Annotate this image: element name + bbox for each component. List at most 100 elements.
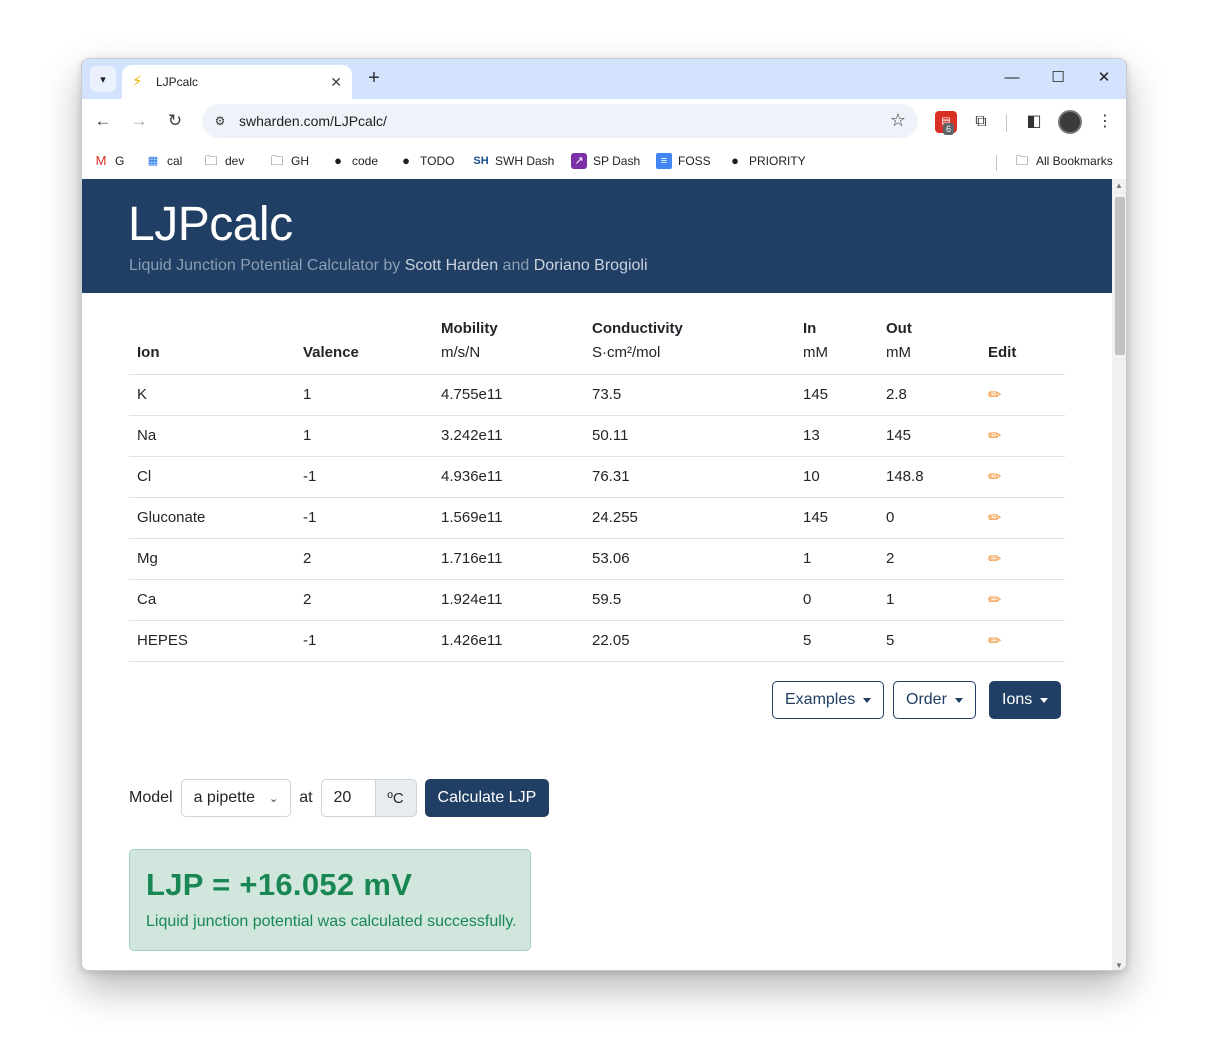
extension-badge: 6 bbox=[943, 123, 955, 135]
cell-in: 0 bbox=[795, 579, 878, 621]
bookmark-item[interactable]: ● code bbox=[330, 153, 378, 169]
scroll-up-icon[interactable]: ▲ bbox=[1115, 181, 1123, 190]
github-icon: ● bbox=[334, 153, 342, 168]
cell-mobility: 3.242e11 bbox=[433, 415, 584, 457]
toolbar-divider bbox=[1006, 114, 1007, 132]
calculate-ljp-button[interactable]: Calculate LJP bbox=[424, 779, 550, 817]
close-window-button[interactable]: ✕ bbox=[1081, 67, 1126, 91]
profile-avatar[interactable] bbox=[1058, 110, 1082, 134]
bookmarks-bar: M G ▦ cal 🗀 dev 🗀 GH ● code ● TODO SH SW… bbox=[82, 145, 1126, 179]
model-select[interactable]: a pipette ⌄ bbox=[180, 779, 292, 817]
column-header: Ion bbox=[129, 315, 295, 375]
forward-button[interactable]: → bbox=[127, 110, 151, 134]
gmail-icon: M bbox=[95, 153, 107, 168]
cell-conductivity: 24.255 bbox=[584, 497, 795, 539]
author-link[interactable]: Doriano Brogioli bbox=[534, 257, 648, 274]
model-label: Model bbox=[129, 789, 173, 806]
ions-dropdown-button[interactable]: Ions bbox=[989, 681, 1062, 719]
swh-icon: SH bbox=[473, 155, 489, 167]
cell-conductivity: 22.05 bbox=[584, 620, 795, 662]
bookmark-item[interactable]: 🗀 dev bbox=[203, 153, 244, 169]
table-row: Na 1 3.242e11 50.11 13 145 ✏ bbox=[129, 415, 1065, 457]
reload-button[interactable]: ↻ bbox=[163, 110, 187, 134]
site-info-icon[interactable]: ⚙ bbox=[210, 111, 230, 131]
close-tab-icon[interactable]: ✕ bbox=[330, 74, 342, 91]
github-icon: ● bbox=[402, 153, 410, 168]
cell-valence: 2 bbox=[295, 538, 433, 580]
cell-in: 10 bbox=[795, 456, 878, 498]
cell-in: 5 bbox=[795, 620, 878, 662]
back-button[interactable]: ← bbox=[91, 110, 115, 134]
cell-mobility: 1.924e11 bbox=[433, 579, 584, 621]
caret-down-icon bbox=[1040, 697, 1049, 703]
bookmark-item[interactable]: ≡ FOSS bbox=[656, 153, 711, 169]
pencil-icon[interactable]: ✏ bbox=[988, 551, 1001, 568]
table-row: K 1 4.755e11 73.5 145 2.8 ✏ bbox=[129, 374, 1065, 416]
cell-edit: ✏ bbox=[980, 497, 1065, 539]
bookmark-item[interactable]: ↗ SP Dash bbox=[571, 153, 640, 169]
new-tab-button[interactable]: + bbox=[362, 67, 386, 91]
github-icon: ● bbox=[731, 153, 739, 168]
calendar-icon: ▦ bbox=[147, 155, 159, 167]
extensions-puzzle-icon[interactable]: ⧉ bbox=[970, 111, 992, 133]
bookmark-star-icon[interactable]: ☆ bbox=[890, 110, 906, 131]
ion-table: Ion Valence Mobility m/s/N Conductivity S·… bbox=[129, 315, 1065, 662]
column-header: Edit bbox=[980, 315, 1065, 375]
menu-kebab-icon[interactable]: ⋮ bbox=[1094, 111, 1116, 133]
model-form: Model a pipette ⌄ at 20 ºC Calculate LJP bbox=[129, 779, 550, 817]
column-header: In mM bbox=[795, 315, 878, 375]
doc-icon: ≡ bbox=[656, 153, 672, 169]
bookmark-item[interactable]: M G bbox=[93, 153, 125, 169]
cell-ion: HEPES bbox=[129, 620, 295, 662]
browser-window: ▾ ⚡ LJPcalc ✕ + — ☐ ✕ ← → ↻ ⚙ swharden.c… bbox=[81, 58, 1127, 971]
author-link[interactable]: Scott Harden bbox=[405, 257, 498, 274]
cell-conductivity: 50.11 bbox=[584, 415, 795, 457]
pencil-icon[interactable]: ✏ bbox=[988, 387, 1001, 404]
scroll-down-icon[interactable]: ▼ bbox=[1115, 961, 1123, 970]
bookmark-item[interactable]: ● PRIORITY bbox=[727, 153, 806, 169]
page-title: LJPcalc bbox=[128, 198, 293, 251]
minimize-button[interactable]: — bbox=[989, 67, 1035, 91]
all-bookmarks[interactable]: 🗀 All Bookmarks bbox=[1014, 153, 1112, 169]
cell-mobility: 1.426e11 bbox=[433, 620, 584, 662]
column-header: Conductivity S·cm²/mol bbox=[584, 315, 795, 375]
side-panel-icon[interactable]: ◧ bbox=[1023, 111, 1045, 133]
table-row: Mg 2 1.716e11 53.06 1 2 ✏ bbox=[129, 538, 1065, 580]
scrollbar-thumb[interactable] bbox=[1115, 197, 1125, 355]
bookmark-item[interactable]: ▦ cal bbox=[145, 153, 183, 169]
cell-ion: Gluconate bbox=[129, 497, 295, 539]
tab-active[interactable]: ⚡ LJPcalc ✕ bbox=[122, 65, 352, 99]
cell-conductivity: 59.5 bbox=[584, 579, 795, 621]
cell-mobility: 4.936e11 bbox=[433, 456, 584, 498]
table-row: HEPES -1 1.426e11 22.05 5 5 ✏ bbox=[129, 620, 1065, 662]
maximize-button[interactable]: ☐ bbox=[1035, 67, 1081, 91]
cell-valence: -1 bbox=[295, 497, 433, 539]
pencil-icon[interactable]: ✏ bbox=[988, 510, 1001, 527]
pencil-icon[interactable]: ✏ bbox=[988, 633, 1001, 650]
pencil-icon[interactable]: ✏ bbox=[988, 428, 1001, 445]
temperature-input[interactable]: 20 bbox=[320, 779, 376, 817]
browser-toolbar: ← → ↻ ⚙ swharden.com/LJPcalc/ ☆ ▤ 6 ⧉ ◧ … bbox=[82, 99, 1126, 145]
temperature-group: 20 ºC bbox=[320, 779, 417, 817]
bookmark-item[interactable]: 🗀 GH bbox=[269, 153, 309, 169]
bookmark-item[interactable]: SH SWH Dash bbox=[473, 153, 554, 169]
pencil-icon[interactable]: ✏ bbox=[988, 592, 1001, 609]
cell-conductivity: 76.31 bbox=[584, 456, 795, 498]
tab-search-button[interactable]: ▾ bbox=[90, 66, 116, 92]
column-header: Valence bbox=[295, 315, 433, 375]
folder-icon: 🗀 bbox=[270, 153, 284, 168]
pencil-icon[interactable]: ✏ bbox=[988, 469, 1001, 486]
bookmark-item[interactable]: ● TODO bbox=[398, 153, 454, 169]
address-bar[interactable]: ⚙ swharden.com/LJPcalc/ ☆ bbox=[202, 104, 918, 138]
bookmarks-divider bbox=[996, 155, 997, 171]
chart-icon: ↗ bbox=[571, 153, 587, 169]
cell-ion: K bbox=[129, 374, 295, 416]
examples-dropdown-button[interactable]: Examples bbox=[772, 681, 885, 719]
order-dropdown-button[interactable]: Order bbox=[893, 681, 976, 719]
cell-mobility: 1.716e11 bbox=[433, 538, 584, 580]
cell-edit: ✏ bbox=[980, 620, 1065, 662]
cell-valence: 1 bbox=[295, 415, 433, 457]
table-header-row: Ion Valence Mobility m/s/N Conductivity S·… bbox=[129, 315, 1065, 375]
page-scrollbar[interactable]: ▲ ▼ bbox=[1112, 179, 1126, 970]
cell-edit: ✏ bbox=[980, 456, 1065, 498]
